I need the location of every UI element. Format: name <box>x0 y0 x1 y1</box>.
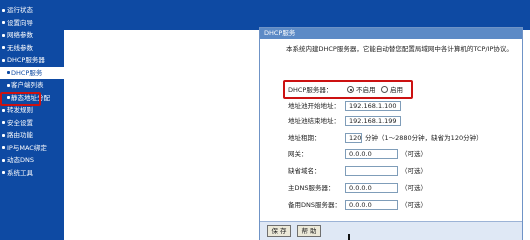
bullet-icon <box>2 46 5 49</box>
panel-description: 本系统内建DHCP服务器，它能自动替您配置局域网中各计算机的TCP/IP协议。 <box>286 45 513 53</box>
start-address-row: 地址池开始地址： 192.168.1.100 <box>288 100 518 112</box>
end-address-input[interactable]: 192.168.1.199 <box>345 116 401 126</box>
sidebar: 运行状态 设置向导 网络参数 无线参数 DHCP服务器 DHCP服务 客户端列表… <box>0 0 64 240</box>
sidebar-item-wireless[interactable]: 无线参数 <box>0 42 64 55</box>
dns1-row: 主DNS服务器： 0.0.0.0 （可选） <box>288 182 518 194</box>
dns2-label: 备用DNS服务器： <box>288 201 341 209</box>
dns2-optional: （可选） <box>401 201 427 209</box>
dhcp-highlight-annotation <box>283 80 413 99</box>
dhcp-service-panel: DHCP服务 本系统内建DHCP服务器，它能自动替您配置局域网中各计算机的TCP… <box>259 27 523 240</box>
dns2-row: 备用DNS服务器： 0.0.0.0 （可选） <box>288 199 518 211</box>
bullet-icon <box>2 33 5 37</box>
panel-title: DHCP服务 <box>260 28 522 39</box>
sidebar-item-ddns[interactable]: 动态DNS <box>0 154 64 167</box>
domain-label: 缺省域名： <box>288 167 321 175</box>
sidebar-highlight-annotation <box>0 92 41 106</box>
bullet-icon <box>2 171 5 174</box>
bullet-icon <box>7 83 10 87</box>
bullet-icon <box>2 121 5 124</box>
bullet-icon <box>7 71 10 74</box>
gateway-row: 网关： 0.0.0.0 （可选） <box>288 148 518 160</box>
button-bar: 保 存 帮 助 <box>260 221 522 240</box>
cursor-mark <box>348 234 350 240</box>
sidebar-item-wizard[interactable]: 设置向导 <box>0 17 64 30</box>
end-address-label: 地址池结束地址： <box>288 117 340 125</box>
bullet-icon <box>2 108 5 112</box>
bullet-icon <box>2 21 5 24</box>
start-address-label: 地址池开始地址： <box>288 102 340 110</box>
sidebar-item-system-tools[interactable]: 系统工具 <box>0 167 64 180</box>
header-band <box>64 0 530 30</box>
bullet-icon <box>2 146 5 149</box>
bullet-icon <box>2 58 5 62</box>
lease-note: 分钟（1～2880分钟，缺省为120分钟） <box>365 134 483 142</box>
end-address-row: 地址池结束地址： 192.168.1.199 <box>288 115 518 127</box>
sidebar-item-dhcp-service[interactable]: DHCP服务 <box>0 66 64 79</box>
lease-input[interactable]: 120 <box>345 133 362 143</box>
dns1-optional: （可选） <box>401 184 427 192</box>
bullet-icon <box>2 133 5 137</box>
dns2-input[interactable]: 0.0.0.0 <box>345 200 398 210</box>
save-button[interactable]: 保 存 <box>267 225 291 237</box>
dns1-input[interactable]: 0.0.0.0 <box>345 183 398 193</box>
dns1-label: 主DNS服务器： <box>288 184 335 192</box>
sidebar-item-status[interactable]: 运行状态 <box>0 4 64 17</box>
gateway-label: 网关： <box>288 150 308 158</box>
sidebar-item-security[interactable]: 安全设置 <box>0 117 64 130</box>
bullet-icon <box>2 158 5 162</box>
gateway-optional: （可选） <box>401 150 427 158</box>
help-button[interactable]: 帮 助 <box>297 225 321 237</box>
domain-optional: （可选） <box>401 167 427 175</box>
lease-label: 地址租期： <box>288 134 321 142</box>
start-address-input[interactable]: 192.168.1.100 <box>345 101 401 111</box>
sidebar-item-network[interactable]: 网络参数 <box>0 29 64 42</box>
gateway-input[interactable]: 0.0.0.0 <box>345 149 398 159</box>
lease-row: 地址租期： 120 分钟（1～2880分钟，缺省为120分钟） <box>288 132 518 144</box>
domain-row: 缺省域名： （可选） <box>288 165 518 177</box>
sidebar-menu: 运行状态 设置向导 网络参数 无线参数 DHCP服务器 DHCP服务 客户端列表… <box>0 0 64 179</box>
domain-input[interactable] <box>345 166 398 176</box>
bullet-icon <box>2 8 5 12</box>
sidebar-item-dhcp-server[interactable]: DHCP服务器 <box>0 54 64 67</box>
sidebar-item-routing[interactable]: 路由功能 <box>0 129 64 142</box>
sidebar-item-ip-mac-binding[interactable]: IP与MAC绑定 <box>0 142 64 155</box>
sidebar-item-client-list[interactable]: 客户端列表 <box>0 79 64 92</box>
